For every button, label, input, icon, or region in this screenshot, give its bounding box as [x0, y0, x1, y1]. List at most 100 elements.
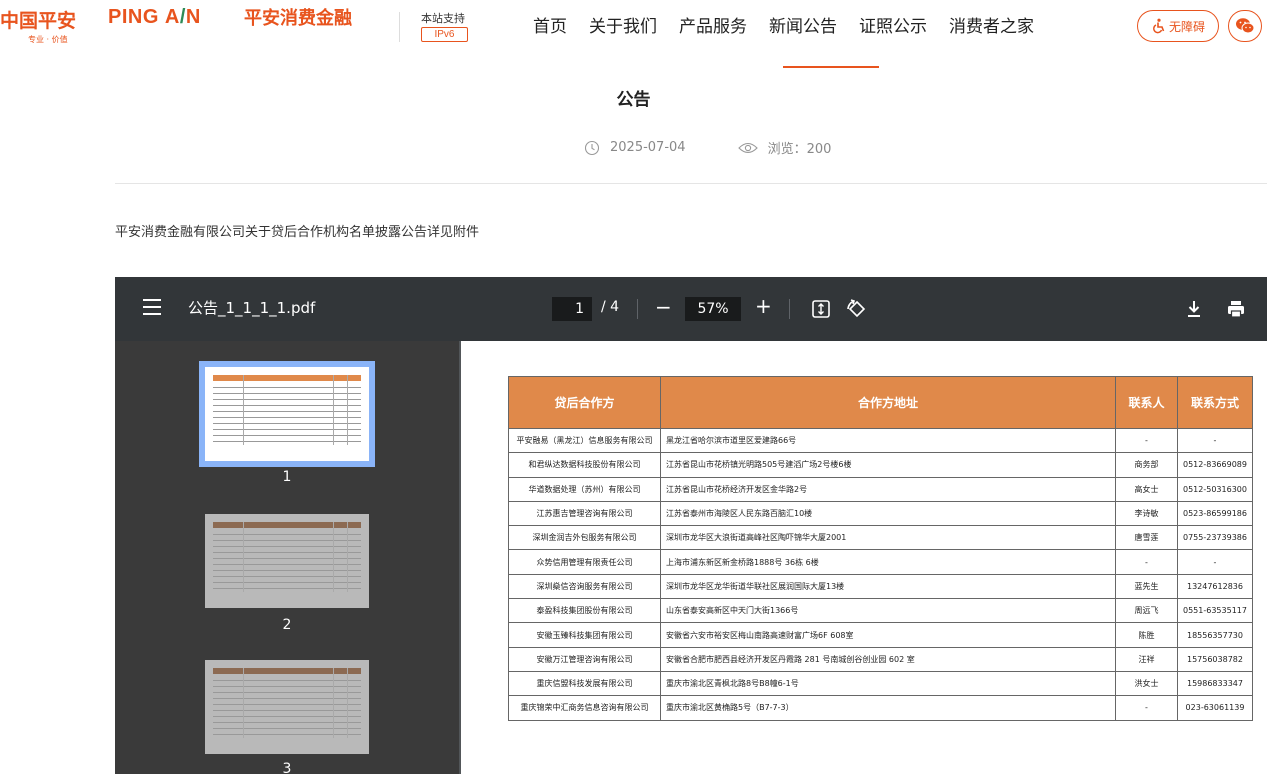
cell-phone: 0551-63535117: [1177, 598, 1253, 624]
cell-phone: 0512-50316300: [1177, 476, 1253, 502]
nav-consumer[interactable]: 消费者之家: [949, 12, 1034, 37]
brand-slogan: 专业 · 价值: [28, 35, 68, 44]
nav-about[interactable]: 关于我们: [589, 12, 657, 37]
cell-partner: 深圳金润吉外包服务有限公司: [508, 525, 661, 551]
thumbnail-label-2: 2: [282, 617, 292, 633]
ipv6-badge: IPv6: [421, 27, 468, 42]
wechat-button[interactable]: [1228, 10, 1262, 42]
cell-contact: -: [1115, 549, 1178, 575]
download-icon[interactable]: [1185, 299, 1203, 319]
nav-active-indicator: [783, 66, 879, 68]
accessibility-label: 无障碍: [1168, 19, 1205, 34]
table-row: 泰盈科技集团股份有限公司 山东省泰安高新区中天门大街1366号 周远飞 0551-63…: [508, 598, 1253, 624]
pdf-toolbar: 公告_1_1_1_1.pdf 1 / 4 − 57% +: [115, 277, 1267, 341]
cell-contact: 李诗敏: [1115, 500, 1178, 527]
date-text: 2025-07-04: [610, 140, 686, 155]
page-title: 公告: [616, 90, 651, 110]
page-total: / 4: [601, 299, 620, 315]
page-thumbnail-1[interactable]: [199, 361, 375, 467]
cell-address: 重庆市渝北区青枫北路8号B8幢6-1号: [660, 670, 1116, 697]
content-divider: [115, 183, 1267, 184]
brand-cn-logo: 中国平安: [0, 10, 77, 32]
cell-contact: -: [1115, 427, 1178, 454]
nav-licenses[interactable]: 证照公示: [859, 12, 927, 37]
col-header-contact: 联系人: [1115, 376, 1178, 429]
nav-products[interactable]: 产品服务: [679, 12, 747, 37]
page-number-input[interactable]: 1: [552, 297, 592, 321]
partner-table: 贷后合作方 合作方地址 联系人 联系方式 平安融易（黑龙江）信息服务有限公司 黑龙…: [508, 376, 1253, 721]
table-row: 安徽万江管理咨询有限公司 安徽省合肥市肥西县经济开发区丹霞路 281 号南城创谷创…: [508, 646, 1253, 672]
cell-address: 深圳市龙华区大浪街道高峰社区陶吓锦华大厦2001: [660, 525, 1116, 551]
cell-phone: 023-63061139: [1177, 695, 1253, 721]
col-header-partner: 贷后合作方: [508, 376, 661, 429]
rotate-icon[interactable]: [845, 297, 869, 321]
publish-date: 2025-07-04: [584, 140, 686, 156]
table-row: 和君纵达数据科技股份有限公司 江苏省昆山市花桥镇光明路505号建滔广场2号楼6楼商…: [508, 452, 1253, 478]
accessibility-button[interactable]: 无障碍: [1137, 10, 1219, 42]
table-row: 江苏惠吉管理咨询有限公司 江苏省泰州市海陵区人民东路百脑汇10楼 李诗敏 0523-8…: [508, 500, 1253, 527]
page-thumbnail-3[interactable]: [199, 654, 375, 760]
cell-contact: 蓝先生: [1115, 573, 1178, 600]
table-body: 平安融易（黑龙江）信息服务有限公司 黑龙江省哈尔滨市道里区爱建路66号 - - 和君纵达…: [508, 427, 1253, 721]
cell-partner: 泰盈科技集团股份有限公司: [508, 598, 661, 624]
cell-address: 江苏省昆山市花桥镇光明路505号建滔广场2号楼6楼: [660, 452, 1116, 478]
cell-partner: 江苏惠吉管理咨询有限公司: [508, 500, 661, 527]
cell-phone: 0523-86599186: [1177, 500, 1253, 527]
pdf-viewer: 公告_1_1_1_1.pdf 1 / 4 − 57% + 1 2 3 贷后合作方…: [115, 277, 1267, 774]
ipv6-label: 本站支持: [421, 12, 465, 25]
toolbar-divider: [789, 299, 790, 319]
table-row: 重庆锦荣中汇商务信息咨询有限公司 重庆市渝北区黄桷路5号（B7-7-3） -023-…: [508, 695, 1253, 721]
article-intro: 平安消费金融有限公司关于贷后合作机构名单披露公告详见附件: [115, 225, 480, 240]
cell-address: 黑龙江省哈尔滨市道里区爱建路66号: [660, 427, 1116, 454]
cell-contact: 高女士: [1115, 476, 1178, 502]
thumbnail-sidebar: 1 2 3: [115, 341, 459, 774]
table-row: 众势信用管理有限责任公司 上海市浦东新区新金桥路1888号 36栋 6楼 - -: [508, 549, 1253, 575]
cell-contact: 唐雪莲: [1115, 525, 1178, 551]
cell-partner: 华道数据处理（苏州）有限公司: [508, 476, 661, 502]
pdf-page-area[interactable]: 贷后合作方 合作方地址 联系人 联系方式 平安融易（黑龙江）信息服务有限公司 黑龙…: [459, 341, 1267, 774]
cell-partner: 重庆信盟科技发展有限公司: [508, 670, 661, 697]
zoom-in-button[interactable]: +: [755, 296, 772, 316]
col-header-address: 合作方地址: [660, 376, 1116, 429]
views-text: 浏览：200: [767, 142, 832, 157]
site-header: 中国平安 专业 · 价值 PING A/N 平安消费金融 本站支持 IPv6 首页…: [0, 0, 1267, 68]
table-row: 华道数据处理（苏州）有限公司 江苏省昆山市花桥经济开发区金华路2号 高女士 0512-…: [508, 476, 1253, 502]
cell-address: 江苏省泰州市海陵区人民东路百脑汇10楼: [660, 500, 1116, 527]
zoom-out-button[interactable]: −: [655, 297, 672, 317]
cell-address: 上海市浦东新区新金桥路1888号 36栋 6楼: [660, 549, 1116, 575]
cell-phone: 18556357730: [1177, 622, 1253, 648]
cell-partner: 平安融易（黑龙江）信息服务有限公司: [508, 427, 661, 454]
cell-contact: -: [1115, 695, 1178, 721]
cell-address: 重庆市渝北区黄桷路5号（B7-7-3）: [660, 695, 1116, 721]
cell-contact: 周远飞: [1115, 598, 1178, 624]
pdf-filename: 公告_1_1_1_1.pdf: [188, 299, 316, 317]
article-meta: 2025-07-04 浏览：200: [584, 138, 831, 157]
cell-phone: -: [1177, 427, 1253, 454]
sidebar-menu-icon[interactable]: [143, 299, 161, 315]
company-logo[interactable]: 平安消费金融: [244, 4, 352, 30]
col-header-phone: 联系方式: [1177, 376, 1253, 429]
cell-contact: 洪女士: [1115, 670, 1178, 697]
cell-contact: 汪祥: [1115, 646, 1178, 672]
cell-contact: 商务部: [1115, 452, 1178, 478]
cell-partner: 安徽玉臻科技集团有限公司: [508, 622, 661, 648]
cell-phone: 0755-23739386: [1177, 525, 1253, 551]
brand-en-logo: PING A/N: [108, 6, 201, 28]
nav-news[interactable]: 新闻公告: [769, 12, 837, 37]
page-thumbnail-2[interactable]: [199, 508, 375, 614]
view-count: 浏览：200: [737, 138, 832, 157]
eye-icon: [737, 142, 758, 153]
nav-home[interactable]: 首页: [533, 12, 567, 37]
cell-address: 山东省泰安高新区中天门大街1366号: [660, 598, 1116, 624]
zoom-level-input[interactable]: 57%: [685, 297, 741, 321]
cell-phone: 15756038782: [1177, 646, 1253, 672]
fit-page-icon[interactable]: [811, 299, 831, 319]
table-row: 安徽玉臻科技集团有限公司 安徽省六安市裕安区梅山南路高速财富广场6F 608室 陈胜…: [508, 622, 1253, 648]
header-divider: [399, 12, 400, 42]
cell-phone: -: [1177, 549, 1253, 575]
table-row: 深圳金润吉外包服务有限公司 深圳市龙华区大浪街道高峰社区陶吓锦华大厦2001 唐雪莲…: [508, 525, 1253, 551]
cell-contact: 陈胜: [1115, 622, 1178, 648]
table-row: 深圳燊信咨询服务有限公司 深圳市龙华区龙华街道华联社区展润国际大厦13楼 蓝先生 13…: [508, 573, 1253, 600]
print-icon[interactable]: [1226, 299, 1246, 319]
wheelchair-icon: [1153, 18, 1165, 34]
